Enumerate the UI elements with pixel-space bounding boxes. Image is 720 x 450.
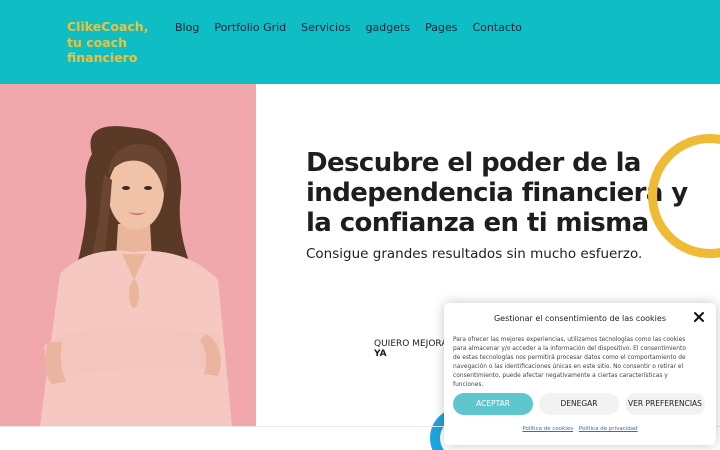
cta-line1: QUIERO MEJORAR (374, 339, 448, 349)
site-header: ClikeCoach, tu coach financiero Blog Por… (0, 0, 720, 84)
consent-body: Para ofrecer las mejores experiencias, u… (453, 337, 686, 388)
nav-item-portfolio-grid[interactable]: Portfolio Grid (214, 20, 286, 35)
deny-button[interactable]: DENEGAR (539, 393, 619, 415)
site-logo[interactable]: ClikeCoach, tu coach financiero (67, 19, 167, 66)
nav-item-contacto[interactable]: Contacto (472, 20, 522, 35)
preferences-button[interactable]: VER PREFERENCIAS (625, 393, 705, 415)
privacy-policy-link[interactable]: Política de privacidad (579, 426, 638, 432)
nav-item-servicios[interactable]: Servicios (301, 20, 350, 35)
accept-button[interactable]: ACEPTAR (453, 393, 533, 415)
cta-button[interactable]: QUIERO MEJORAR YA (374, 339, 448, 359)
cookie-consent-dialog: Gestionar el consentimiento de las cooki… (444, 303, 716, 445)
nav-item-blog[interactable]: Blog (175, 20, 199, 35)
consent-title: Gestionar el consentimiento de las cooki… (493, 314, 666, 323)
main-nav: Blog Portfolio Grid Servicios gadgets Pa… (175, 20, 537, 35)
nav-item-pages[interactable]: Pages (425, 20, 457, 35)
close-icon[interactable] (693, 311, 705, 323)
cookie-policy-link[interactable]: Política de cookies (522, 426, 573, 432)
page: ClikeCoach, tu coach financiero Blog Por… (0, 0, 720, 450)
consent-links: Política de cookies Política de privacid… (444, 426, 716, 432)
hero-subtitle: Consigue grandes resultados sin mucho es… (306, 246, 643, 262)
hero-photo (0, 84, 256, 426)
nav-item-gadgets[interactable]: gadgets (366, 20, 411, 35)
woman-portrait-image (0, 84, 256, 426)
cta-line2: YA (374, 349, 387, 359)
